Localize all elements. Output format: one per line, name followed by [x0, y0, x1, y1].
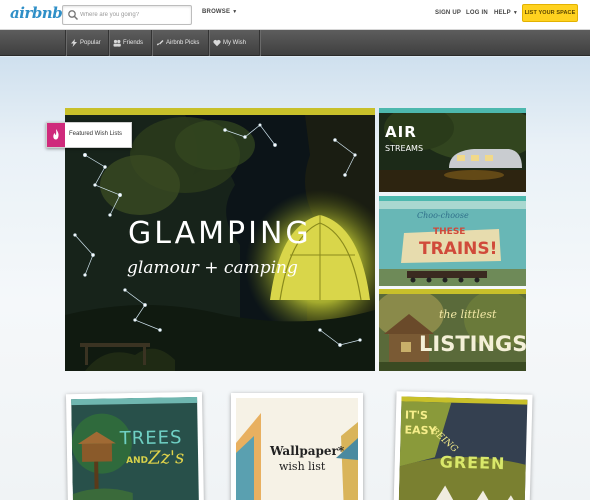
help-label: HELP [494, 10, 511, 16]
tile-title-line2: THESE [433, 227, 466, 237]
featured-subtitle: glamour + camping [127, 258, 298, 278]
browse-menu[interactable]: BROWSE ▼ [202, 9, 237, 15]
fire-icon [53, 129, 59, 140]
subnav-item-popular[interactable]: Popular [65, 30, 107, 56]
wish-list-card-green[interactable]: IT'S EASY BEING GREEN [393, 391, 533, 500]
card-title-line1: TREES [119, 427, 183, 450]
subnav-item-my-wish-lists[interactable]: My Wish Lists [208, 30, 259, 72]
wish-list-tile-airstreams[interactable]: AIR STREAMS [379, 108, 526, 192]
tile-title-line2: LISTINGS [419, 332, 526, 356]
rocket-icon [156, 40, 164, 46]
airbnb-logo[interactable]: airbnb [10, 4, 63, 24]
tile-title-line3: TRAINS! [419, 239, 498, 259]
list-your-space-button[interactable]: LIST YOUR SPACE [522, 4, 578, 22]
subnav-item-friends[interactable]: Friends [108, 30, 150, 56]
sub-navigation: Popular Friends Airbnb Picks My Wish Lis… [0, 30, 590, 72]
wish-list-card-wallpaper[interactable]: Wallpaper* wish list [231, 393, 363, 500]
wish-list-card-trees[interactable]: TREES AND Zz's [65, 391, 205, 500]
card-title-line2: AND [126, 455, 149, 467]
chevron-down-icon: ▼ [512, 10, 518, 16]
search-input[interactable] [80, 7, 188, 23]
card-title-line4: GREEN [439, 452, 506, 474]
card-title-line1: IT'S [404, 408, 429, 423]
card-title-line3: Zz's [147, 447, 185, 469]
chevron-down-icon: ▼ [232, 9, 238, 15]
featured-title: GLAMPING [128, 216, 312, 251]
wish-list-tile-littlest-listings[interactable]: the littlest LISTINGS [379, 289, 526, 371]
lightning-icon [71, 39, 77, 47]
browse-label: BROWSE [202, 9, 231, 15]
tile-title-line1: AIR [385, 123, 417, 141]
help-menu[interactable]: HELP ▼ [494, 10, 518, 16]
featured-wish-lists-label: Featured Wish Lists [46, 122, 132, 148]
tile-title-line1: the littlest [439, 308, 497, 321]
top-header: airbnb BROWSE▼ SIGN UP LOG IN HELP▼ LIST… [0, 0, 590, 30]
heart-icon [213, 39, 221, 47]
subnav-label: Friends [123, 40, 144, 46]
card-image: Wallpaper* wish list [236, 398, 358, 500]
card-title-line1: Wallpaper* [270, 444, 345, 458]
card-image: IT'S EASY BEING GREEN [398, 396, 528, 500]
nav-divider [259, 30, 260, 56]
login-link[interactable]: LOG IN [466, 10, 488, 16]
search-icon [68, 10, 79, 21]
subnav-item-airbnb-picks[interactable]: Airbnb Picks [151, 30, 207, 56]
tile-title-line2: STREAMS [385, 144, 424, 153]
wish-list-tile-trains[interactable]: Choo-choose THESE TRAINS! [379, 196, 526, 286]
tile-title-line1: Choo-choose [417, 211, 469, 220]
subnav-label: Airbnb Picks [166, 40, 200, 46]
search-box[interactable] [62, 5, 192, 25]
card-image: TREES AND Zz's [71, 396, 200, 500]
people-icon [113, 39, 121, 47]
signup-link[interactable]: SIGN UP [435, 10, 461, 16]
subnav-label: Popular [80, 40, 101, 46]
card-title-line2: wish list [279, 460, 326, 473]
ribbon [47, 123, 65, 147]
featured-label-text: Featured Wish Lists [69, 131, 123, 137]
